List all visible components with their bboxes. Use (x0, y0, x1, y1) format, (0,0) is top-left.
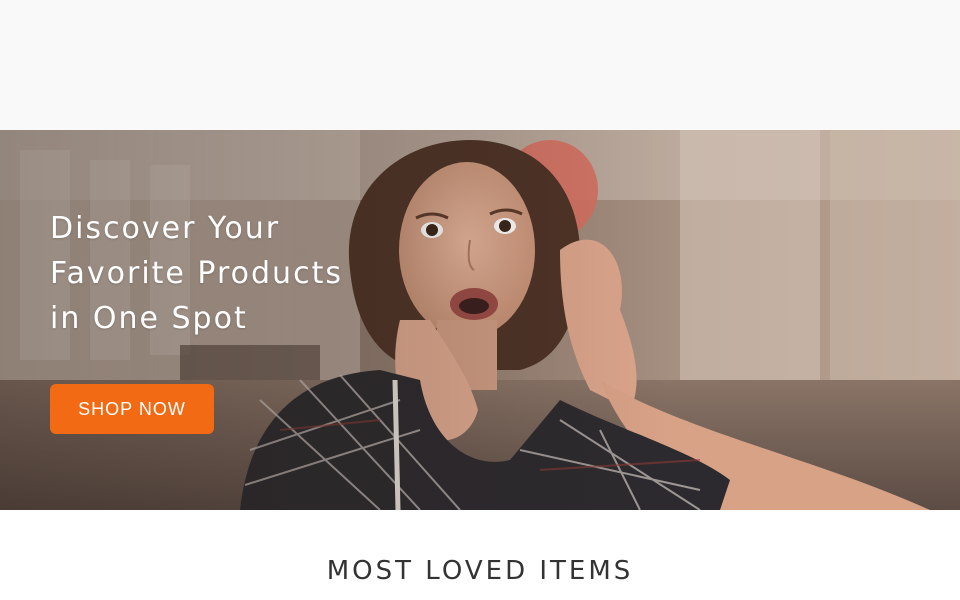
hero-heading: Discover Your Favorite Products in One S… (50, 211, 343, 336)
hero-content: Discover Your Favorite Products in One S… (50, 206, 430, 341)
section-title-most-loved: MOST LOVED ITEMS (326, 556, 634, 586)
hero-banner: Discover Your Favorite Products in One S… (0, 130, 960, 510)
shop-now-button[interactable]: SHOP NOW (50, 384, 214, 434)
top-header-bar (0, 0, 960, 130)
